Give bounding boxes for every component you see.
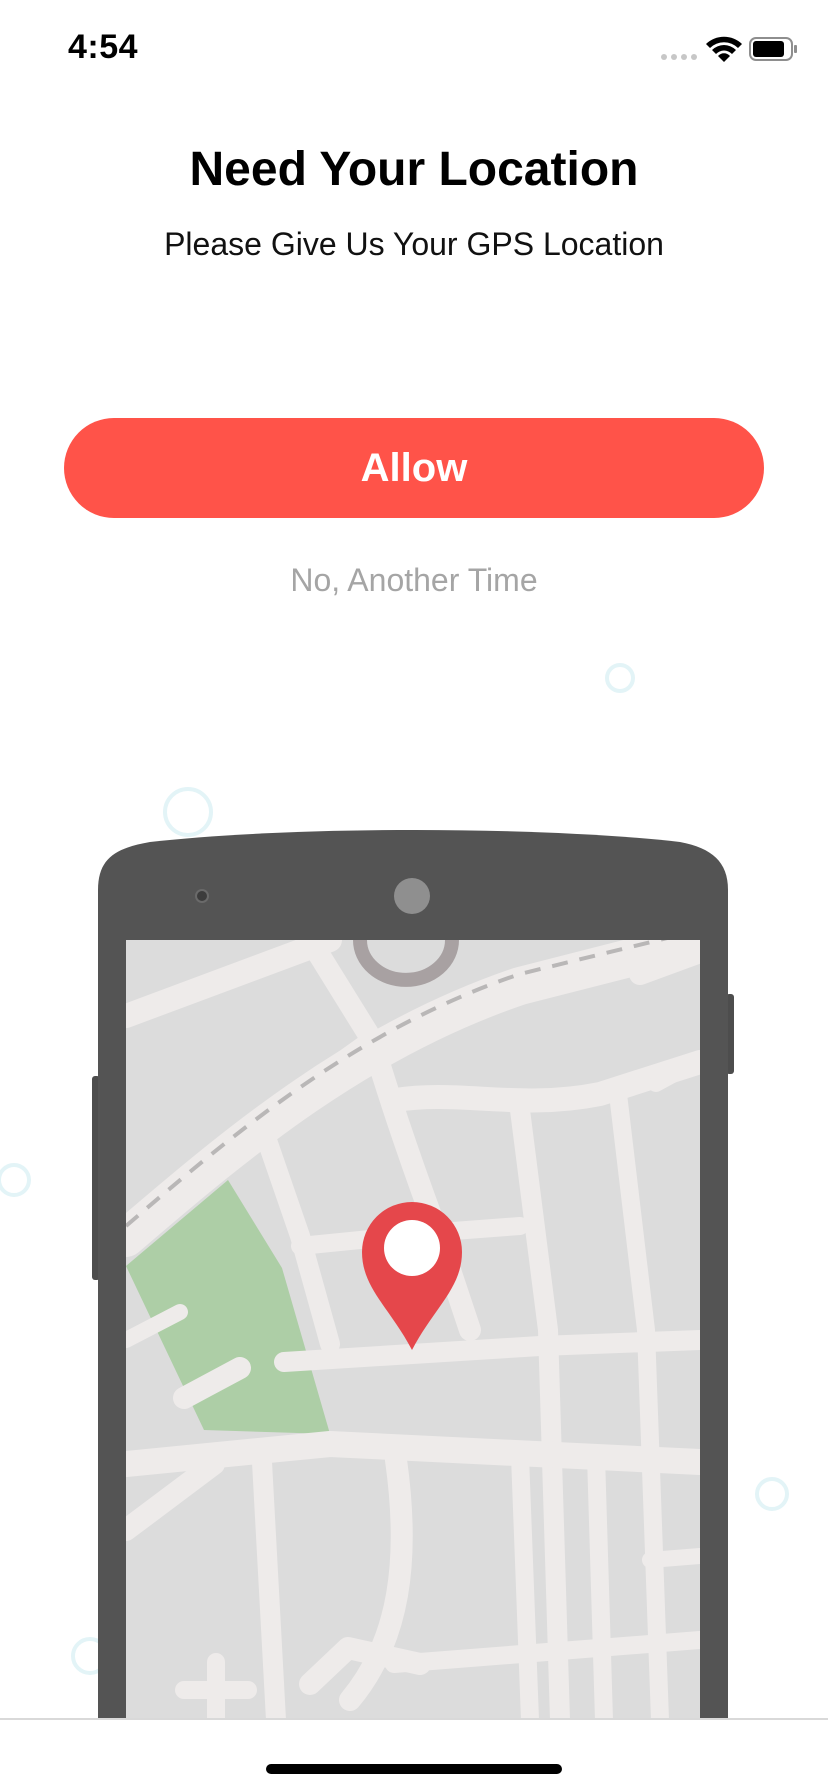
wifi-icon — [706, 36, 742, 62]
bubble — [163, 787, 213, 837]
location-permission-screen: 4:54 Need Your Location Please Give Us Y… — [0, 0, 828, 1792]
home-indicator[interactable] — [266, 1764, 562, 1774]
decline-link[interactable]: No, Another Time — [0, 562, 828, 599]
phone-sensor — [195, 889, 209, 903]
illustration — [0, 640, 828, 1720]
page-subtitle: Please Give Us Your GPS Location — [164, 226, 664, 262]
phone-camera — [394, 878, 430, 914]
page-title: Need Your Location — [189, 143, 639, 196]
status-time: 4:54 — [68, 28, 139, 66]
allow-button[interactable]: Allow — [64, 418, 764, 518]
status-bar: 4:54 — [0, 0, 828, 100]
phone-map-illustration — [0, 663, 789, 1720]
battery-icon — [749, 37, 797, 61]
bubble — [755, 1477, 789, 1511]
status-icons-svg — [661, 36, 797, 62]
bubble — [605, 663, 635, 693]
signal-icon — [661, 54, 697, 60]
status-icons — [638, 34, 798, 64]
bottom-safe-area — [0, 1720, 828, 1792]
bubble — [0, 1163, 31, 1197]
